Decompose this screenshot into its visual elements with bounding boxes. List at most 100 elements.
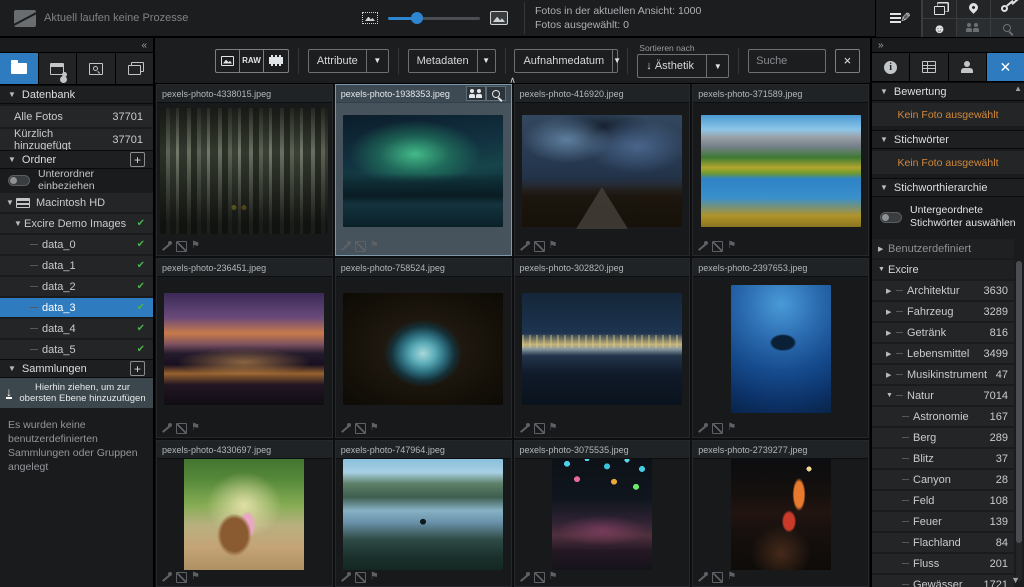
folder-root-macintosh-hd[interactable]: ▼ Macintosh HD	[0, 193, 153, 212]
photo-cell[interactable]: pexels-photo-302820.jpeg⚑	[514, 258, 691, 438]
search-input[interactable]	[749, 55, 825, 67]
keyword-item-Gewässer[interactable]: Gewässer1721	[872, 575, 1014, 587]
keyword-item-Feuer[interactable]: Feuer139	[872, 512, 1014, 531]
pin-icon[interactable]	[341, 241, 351, 251]
photo-cell[interactable]: pexels-photo-747964.jpeg⚑	[335, 440, 512, 587]
similar-search-button[interactable]	[990, 18, 1024, 37]
label-none-icon[interactable]	[176, 572, 187, 583]
scrollbar-thumb[interactable]	[1016, 261, 1022, 543]
section-header-folders[interactable]: ▼ Ordner +	[0, 150, 153, 169]
photo-cell[interactable]: pexels-photo-371589.jpeg⚑	[692, 84, 869, 256]
tab-photos[interactable]	[116, 53, 154, 84]
keyword-item-Musikinstrument[interactable]: ▶Musikinstrument47	[872, 365, 1014, 384]
tab-info[interactable]	[872, 53, 910, 81]
section-header-database[interactable]: ▼ Datenbank	[0, 85, 153, 104]
label-none-icon[interactable]	[355, 572, 366, 583]
keyword-item-Feld[interactable]: Feld108	[872, 491, 1014, 510]
photo-thumbnail-waterfall[interactable]	[160, 108, 328, 234]
filter-photos-button[interactable]	[216, 50, 240, 72]
slider-knob[interactable]	[411, 12, 423, 24]
flag-icon[interactable]: ⚑	[191, 241, 200, 251]
label-none-icon[interactable]	[534, 241, 545, 252]
label-none-icon[interactable]	[712, 423, 723, 434]
photo-thumbnail-storm-road[interactable]	[522, 115, 682, 227]
keyword-search-button[interactable]	[990, 0, 1024, 18]
pin-icon[interactable]	[162, 572, 172, 582]
label-none-icon[interactable]	[355, 423, 366, 434]
photo-cell[interactable]: pexels-photo-236451.jpeg⚑	[156, 258, 333, 438]
folder-excire-demo-images[interactable]: ▼ Excire Demo Images ✔	[0, 214, 153, 233]
add-folder-button[interactable]: +	[130, 152, 145, 167]
add-collection-button[interactable]: +	[130, 361, 145, 376]
keyword-group-Excire[interactable]: ▼Excire	[872, 260, 1014, 279]
photo-thumbnail-rain-umbrellas[interactable]	[552, 459, 652, 570]
photo-thumbnail-turtle[interactable]	[731, 285, 831, 413]
keyword-item-Architektur[interactable]: ▶Architektur3630	[872, 281, 1014, 300]
flag-icon[interactable]: ⚑	[727, 241, 736, 251]
pin-icon[interactable]	[520, 572, 530, 582]
collections-dropzone[interactable]: ↓ Hierhin ziehen, um zur obersten Ebene …	[0, 378, 153, 408]
pin-icon[interactable]	[341, 423, 351, 433]
pin-icon[interactable]	[520, 423, 530, 433]
location-button[interactable]	[956, 0, 990, 18]
folder-item-data_1[interactable]: data_1✔	[0, 256, 153, 275]
flag-icon[interactable]: ⚑	[727, 572, 736, 582]
photo-cell[interactable]: pexels-photo-4338015.jpeg⚑	[156, 84, 333, 256]
collapse-toolbar-chevron[interactable]: ∧	[509, 76, 516, 84]
metadata-dropdown[interactable]: Metadaten ▼	[408, 49, 496, 73]
collapse-left-sidebar-button[interactable]: «	[141, 40, 147, 51]
tab-calendar-people[interactable]	[39, 53, 78, 84]
tab-metadata[interactable]	[910, 53, 948, 81]
section-header-rating[interactable]: ▼ Bewertung	[872, 82, 1024, 101]
find-similar-button[interactable]	[486, 86, 506, 101]
thumbnail-size-slider[interactable]	[388, 12, 480, 24]
flag-icon[interactable]: ⚑	[549, 241, 558, 251]
pin-icon[interactable]	[698, 241, 708, 251]
clear-search-button[interactable]: ×	[835, 49, 860, 73]
filter-raw-button[interactable]: RAW	[240, 50, 264, 72]
edit-list-button[interactable]	[875, 0, 921, 37]
photo-thumbnail-neon-street[interactable]	[731, 459, 831, 570]
label-none-icon[interactable]	[355, 241, 366, 252]
photo-cell[interactable]: pexels-photo-758524.jpeg⚑	[335, 258, 512, 438]
pin-icon[interactable]	[698, 423, 708, 433]
flag-icon[interactable]: ⚑	[191, 423, 200, 433]
scroll-down-arrow[interactable]: ▼	[1011, 575, 1020, 585]
photo-cell[interactable]: pexels-photo-3075535.jpeg⚑	[514, 440, 691, 587]
keyword-item-Natur[interactable]: ▼Natur7014	[872, 386, 1014, 405]
keyword-item-Astronomie[interactable]: Astronomie167	[872, 407, 1014, 426]
tab-search[interactable]	[77, 53, 116, 84]
collapse-right-sidebar-button[interactable]: »	[878, 40, 884, 51]
people-search-button[interactable]	[956, 18, 990, 37]
keyword-item-Blitz[interactable]: Blitz37	[872, 449, 1014, 468]
face-search-button[interactable]: ☻	[922, 18, 956, 37]
flag-icon[interactable]: ⚑	[370, 241, 379, 251]
folder-item-data_0[interactable]: data_0✔	[0, 235, 153, 254]
flag-icon[interactable]: ⚑	[370, 423, 379, 433]
tab-people[interactable]	[949, 53, 987, 81]
label-none-icon[interactable]	[534, 572, 545, 583]
section-header-collections[interactable]: ▼ Sammlungen +	[0, 359, 153, 378]
photo-thumbnail-mountain-lake[interactable]	[701, 115, 861, 227]
section-header-keyword-hierarchy[interactable]: ▼ Stichworthierarchie	[872, 178, 1024, 197]
keyword-item-Getränk[interactable]: ▶Getränk816	[872, 323, 1014, 342]
photo-cell[interactable]: pexels-photo-416920.jpeg⚑	[514, 84, 691, 256]
photo-thumbnail-aurora[interactable]	[343, 115, 503, 227]
folder-item-data_5[interactable]: data_5✔	[0, 340, 153, 359]
section-header-keywords[interactable]: ▼ Stichwörter	[872, 130, 1024, 149]
keyword-group-Benutzerdefiniert[interactable]: ▶Benutzerdefiniert	[872, 239, 1014, 258]
flag-icon[interactable]: ⚑	[549, 423, 558, 433]
photo-cell[interactable]: pexels-photo-2397653.jpeg⚑	[692, 258, 869, 438]
keyword-item-Fluss[interactable]: Fluss201	[872, 554, 1014, 573]
flag-icon[interactable]: ⚑	[191, 572, 200, 582]
label-none-icon[interactable]	[712, 241, 723, 252]
sort-dropdown[interactable]: ↓ Ästhetik ▼	[637, 54, 729, 78]
keyword-item-Flachland[interactable]: Flachland84	[872, 533, 1014, 552]
keyword-tree-scrollbar[interactable]	[1016, 261, 1022, 581]
pin-icon[interactable]	[162, 423, 172, 433]
photo-thumbnail-bridge-dusk[interactable]	[164, 293, 324, 405]
photo-cell[interactable]: pexels-photo-1938353.jpeg⚑	[335, 84, 512, 256]
keyword-item-Berg[interactable]: Berg289	[872, 428, 1014, 447]
folder-item-data_3[interactable]: data_3✔	[0, 298, 153, 317]
pin-icon[interactable]	[520, 241, 530, 251]
